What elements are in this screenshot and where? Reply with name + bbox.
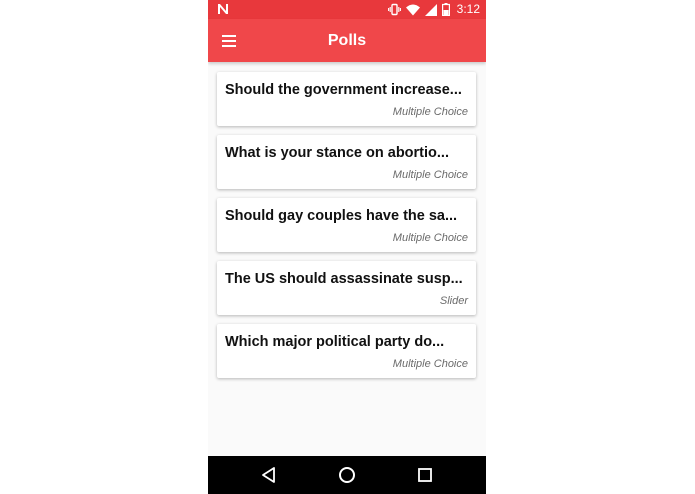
poll-title: Should the government increase... (225, 82, 462, 98)
battery-icon (441, 3, 450, 16)
status-icons: 3:12 (387, 0, 480, 19)
poll-card[interactable]: What is your stance on abortio... Multip… (217, 135, 476, 189)
status-time: 3:12 (456, 2, 480, 16)
poll-title: What is your stance on abortio... (225, 145, 449, 161)
wifi-icon (405, 4, 420, 15)
hamburger-menu-icon[interactable] (218, 30, 240, 52)
navigation-bar (208, 456, 486, 494)
poll-type: Multiple Choice (392, 232, 468, 244)
poll-card[interactable]: Which major political party do... Multip… (217, 324, 476, 378)
poll-type: Slider (439, 295, 468, 307)
poll-title: Which major political party do... (225, 334, 445, 350)
signal-icon (424, 3, 437, 16)
phone-screen: 3:12 Polls Should the government increas… (208, 0, 486, 494)
poll-type: Multiple Choice (392, 358, 468, 370)
app-bar: Polls (208, 19, 486, 62)
poll-type: Multiple Choice (392, 106, 468, 118)
recents-icon[interactable] (415, 465, 435, 485)
poll-card[interactable]: The US should assassinate susp... Slider (217, 261, 476, 315)
n-notification-icon (218, 4, 228, 14)
poll-card[interactable]: Should the government increase... Multip… (217, 72, 476, 126)
vibrate-icon (387, 3, 401, 16)
poll-card[interactable]: Should gay couples have the sa... Multip… (217, 198, 476, 252)
status-bar: 3:12 (208, 0, 486, 19)
poll-list: Should the government increase... Multip… (217, 72, 476, 387)
poll-type: Multiple Choice (392, 169, 468, 181)
back-icon[interactable] (259, 465, 279, 485)
poll-title: Should gay couples have the sa... (225, 208, 458, 224)
home-icon[interactable] (337, 465, 357, 485)
page-title: Polls (327, 32, 367, 49)
poll-title: The US should assassinate susp... (225, 271, 463, 287)
